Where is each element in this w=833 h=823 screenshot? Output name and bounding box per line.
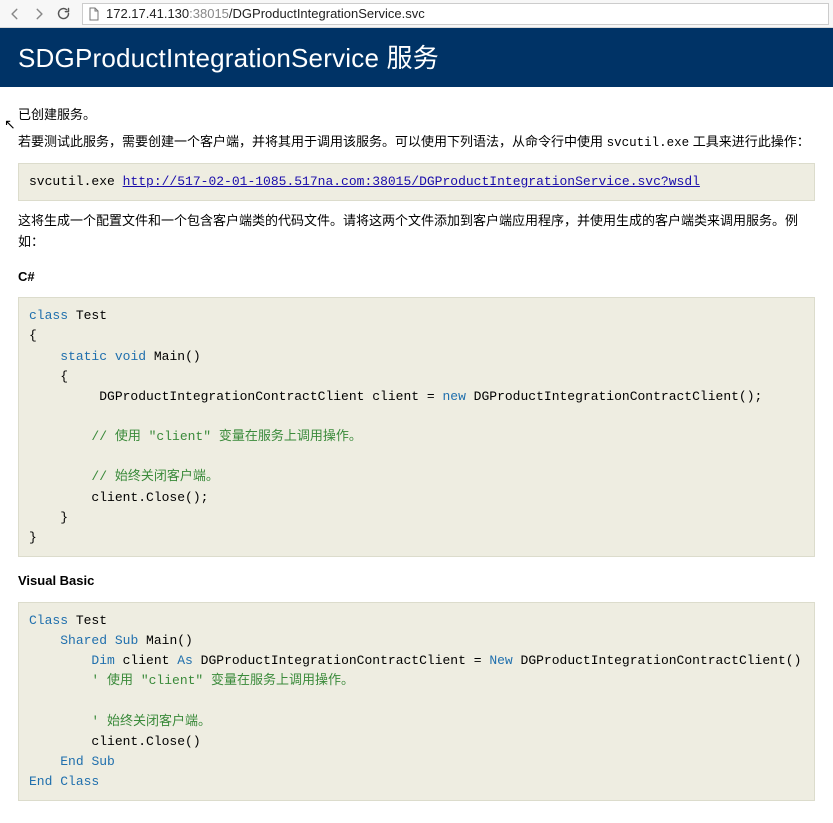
- csharp-code-box: class Test { static void Main() { DGProd…: [18, 297, 815, 557]
- url-host: 172.17.41.130: [106, 6, 189, 21]
- svcutil-name: svcutil.exe: [607, 136, 690, 150]
- reload-button[interactable]: [52, 3, 74, 25]
- csharp-label: C#: [18, 267, 815, 288]
- svcutil-cmd: svcutil.exe: [29, 174, 123, 189]
- page-content: 已创建服务。 若要测试此服务，需要创建一个客户端，并将其用于调用该服务。可以使用…: [0, 87, 833, 823]
- instruction-suffix: 工具来进行此操作：: [689, 134, 810, 149]
- instruction-text: 若要测试此服务，需要创建一个客户端，并将其用于调用该服务。可以使用下列语法，从命…: [18, 132, 815, 153]
- generated-files-text: 这将生成一个配置文件和一个包含客户端类的代码文件。请将这两个文件添加到客户端应用…: [18, 211, 815, 253]
- svcutil-command-box: svcutil.exe http://517-02-01-1085.517na.…: [18, 163, 815, 201]
- service-created-text: 已创建服务。: [18, 105, 815, 126]
- page-header: SDGProductIntegrationService 服务: [0, 28, 833, 87]
- back-button[interactable]: [4, 3, 26, 25]
- page-icon: [87, 7, 101, 21]
- page-title: SDGProductIntegrationService 服务: [18, 38, 815, 75]
- vb-label: Visual Basic: [18, 571, 815, 592]
- wsdl-link[interactable]: http://517-02-01-1085.517na.com:38015/DG…: [123, 174, 700, 189]
- address-bar[interactable]: 172.17.41.130:38015/DGProductIntegration…: [82, 3, 829, 25]
- browser-toolbar: 172.17.41.130:38015/DGProductIntegration…: [0, 0, 833, 28]
- vb-code-box: Class Test Shared Sub Main() Dim client …: [18, 602, 815, 801]
- url-port: :38015: [189, 6, 229, 21]
- forward-button[interactable]: [28, 3, 50, 25]
- url-path: /DGProductIntegrationService.svc: [229, 6, 425, 21]
- instruction-prefix: 若要测试此服务，需要创建一个客户端，并将其用于调用该服务。可以使用下列语法，从命…: [18, 134, 607, 149]
